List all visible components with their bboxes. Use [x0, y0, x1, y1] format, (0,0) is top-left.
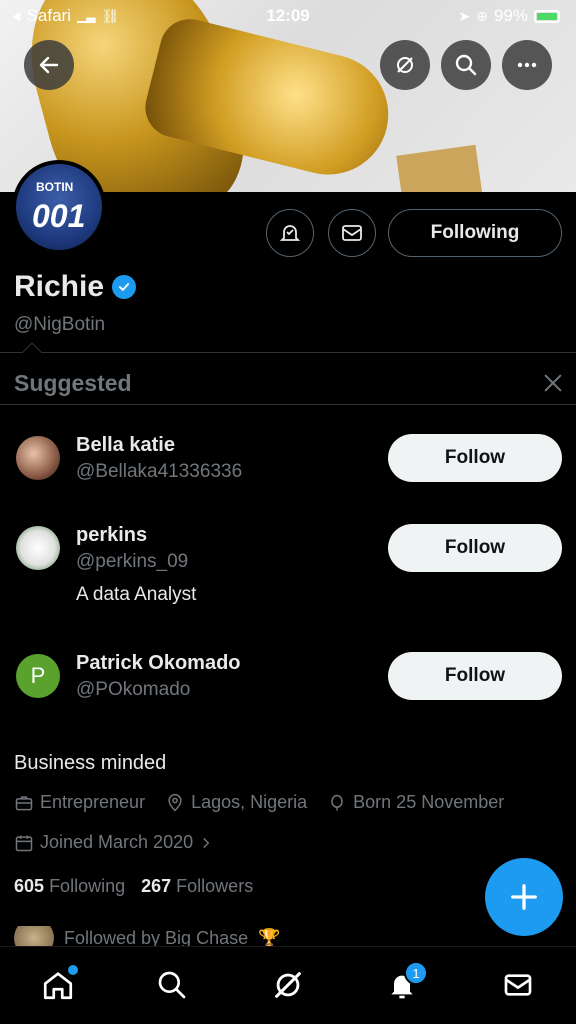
divider [0, 404, 576, 405]
avatar-text-top: BOTIN [36, 180, 74, 194]
profession: Entrepreneur [40, 792, 146, 812]
joined-row[interactable]: Joined March 2020 [14, 832, 213, 853]
grok-button[interactable] [380, 40, 430, 90]
birthday: Born 25 November [353, 792, 505, 812]
plus-icon [511, 884, 537, 910]
tab-messages[interactable] [498, 965, 538, 1005]
suggested-handle: @POkomado [76, 679, 191, 700]
balloon-icon [331, 794, 343, 810]
close-icon [544, 374, 562, 392]
profile-meta: Entrepreneur Lagos, Nigeria Born 25 Nove… [14, 792, 504, 813]
joined-date: Joined March 2020 [40, 832, 194, 852]
suggested-name[interactable]: Patrick Okomado [76, 652, 241, 675]
orientation-lock-icon: ⊕ [476, 7, 488, 24]
tab-grok[interactable] [268, 965, 308, 1005]
envelope-icon [504, 974, 532, 996]
followers-stat[interactable]: 267 Followers [141, 876, 253, 897]
close-suggested-button[interactable] [542, 372, 564, 401]
profile-bio: Business minded [14, 752, 167, 774]
arrow-left-icon [39, 56, 59, 74]
suggested-name[interactable]: Bella katie [76, 434, 175, 457]
follow-stats: 605 Following 267 Followers [14, 876, 253, 897]
suggested-avatar[interactable] [16, 436, 60, 480]
compose-button[interactable] [485, 858, 563, 936]
follow-button[interactable]: Follow [388, 434, 562, 482]
envelope-icon [342, 225, 362, 241]
status-bar: ◂ Safari ▁▃ ⛓ 12:09 ➤ ⊕ 99% [0, 0, 576, 34]
search-icon [455, 54, 477, 76]
suggested-avatar[interactable]: P [16, 654, 60, 698]
grok-icon [275, 972, 301, 998]
avatar[interactable]: BOTIN 001 [12, 160, 106, 254]
avatar-text-number: 001 [32, 198, 86, 234]
follow-button[interactable]: Follow [388, 524, 562, 572]
suggested-bio: A data Analyst [76, 584, 197, 605]
location-pin-icon [168, 793, 182, 812]
verified-badge-icon[interactable] [112, 275, 137, 299]
follow-button[interactable]: Follow [388, 652, 562, 700]
message-button[interactable] [328, 209, 376, 257]
battery-percent: 99% [493, 6, 528, 25]
suggested-handle: @Bellaka41336336 [76, 461, 243, 482]
banner-box [396, 144, 484, 192]
chevron-right-icon [203, 837, 210, 848]
suggested-handle: @perkins_09 [76, 551, 189, 572]
briefcase-icon [15, 795, 33, 810]
grok-icon [397, 57, 413, 73]
notification-badge: 1 [404, 961, 428, 985]
more-icon [517, 62, 537, 68]
location-icon: ➤ [458, 7, 471, 24]
back-button[interactable] [24, 40, 74, 90]
following-stat[interactable]: 605 Following [14, 876, 125, 897]
calendar-icon [15, 835, 33, 851]
battery-icon [534, 9, 560, 23]
tab-home[interactable] [38, 965, 78, 1005]
search-button[interactable] [441, 40, 491, 90]
location: Lagos, Nigeria [191, 792, 308, 812]
bell-check-icon [279, 225, 301, 241]
profile-name-row: Richie [14, 270, 137, 304]
suggested-name[interactable]: perkins [76, 524, 147, 547]
avatar-letter: P [30, 663, 46, 688]
suggested-avatar[interactable] [16, 526, 60, 570]
home-unread-dot [68, 965, 78, 975]
notify-button[interactable] [266, 209, 314, 257]
more-button[interactable] [502, 40, 552, 90]
suggested-title: Suggested [14, 370, 132, 396]
following-label: Following [49, 876, 126, 896]
tab-notifications[interactable]: 1 [382, 961, 428, 1005]
profile-handle: @NigBotin [14, 314, 106, 335]
profile-name: Richie [14, 270, 105, 303]
divider [0, 352, 576, 353]
tab-search[interactable] [152, 965, 192, 1005]
following-count: 605 [14, 876, 45, 896]
suggested-pointer-icon [22, 342, 42, 353]
followers-count: 267 [141, 876, 172, 896]
followers-label: Followers [176, 876, 254, 896]
following-button[interactable]: Following [388, 209, 562, 257]
search-icon [158, 971, 186, 999]
bottom-tab-bar: 1 [0, 946, 576, 1024]
